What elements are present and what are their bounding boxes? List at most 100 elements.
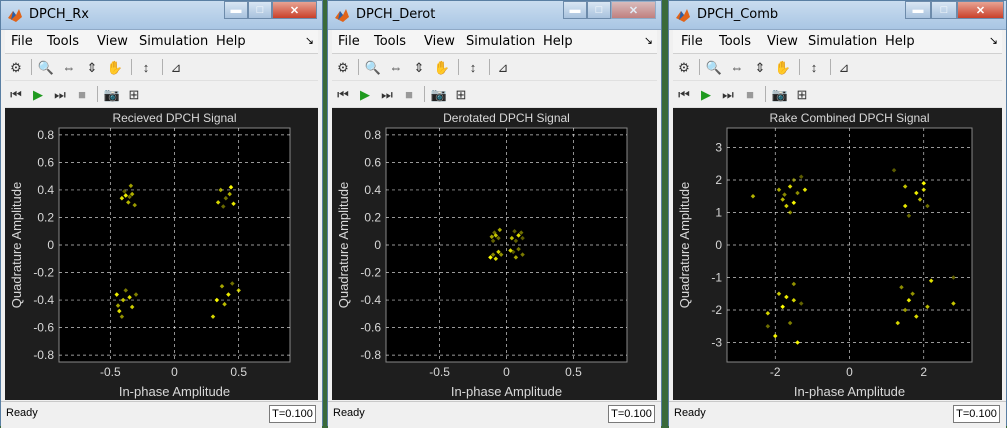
cursor-measure-icon[interactable]: ⊿ (835, 58, 853, 76)
gear-icon[interactable]: ⚙ (7, 58, 25, 76)
pan-hand-icon[interactable]: ✋ (774, 58, 792, 76)
menu-help[interactable]: Help (216, 34, 246, 49)
y-tick-label: 0 (715, 238, 722, 252)
run-icon[interactable]: ▶ (356, 85, 374, 103)
menu-view[interactable]: View (767, 34, 798, 49)
stop-icon[interactable]: ■ (741, 85, 759, 103)
minimize-button[interactable]: ▬ (224, 1, 248, 19)
y-tick-label: 2 (715, 173, 722, 187)
y-axis-label: Quadrature Amplitude (9, 182, 24, 308)
snapshot-camera-icon[interactable]: 📷 (430, 85, 448, 103)
zoom-in-icon[interactable]: 🔍 (705, 58, 723, 76)
title-bar[interactable]: DPCH_Comb ▬ □ ✕ (669, 1, 1006, 30)
menu-file[interactable]: File (338, 34, 360, 49)
gear-icon[interactable]: ⚙ (334, 58, 352, 76)
x-tick-label: 2 (920, 365, 927, 379)
zoom-y-icon[interactable]: ⇕ (83, 58, 101, 76)
autoscale-icon[interactable]: ↕ (805, 58, 823, 76)
autoscale-icon[interactable]: ↕ (464, 58, 482, 76)
x-tick-label: 0 (846, 365, 853, 379)
snapshot-camera-icon[interactable]: 📷 (103, 85, 121, 103)
menu-file[interactable]: File (681, 34, 703, 49)
step-back-icon[interactable]: ⏮ (7, 85, 25, 103)
title-bar[interactable]: DPCH_Rx ▬ □ ✕ (1, 1, 322, 30)
y-tick-label: 0 (374, 238, 381, 252)
plot-area: Recieved DPCH Signal -0.5 0 0.5 0.8 0.6 0.4 0.2… (5, 108, 318, 400)
status-text: Ready (6, 407, 38, 419)
gear-icon[interactable]: ⚙ (675, 58, 693, 76)
highlight-block-icon[interactable]: ⊞ (793, 85, 811, 103)
zoom-y-icon[interactable]: ⇕ (410, 58, 428, 76)
status-bar: Ready T=0.100 (328, 401, 661, 428)
autoscale-icon[interactable]: ↕ (137, 58, 155, 76)
x-tick-label: -0.5 (100, 365, 121, 379)
menu-simulation[interactable]: Simulation (139, 34, 208, 49)
minimize-button[interactable]: ▬ (563, 1, 587, 19)
y-tick-label: 1 (715, 206, 722, 220)
stop-icon[interactable]: ■ (73, 85, 91, 103)
step-back-icon[interactable]: ⏮ (675, 85, 693, 103)
y-tick-label: 3 (715, 141, 722, 155)
step-forward-icon[interactable]: ⏭ (51, 85, 69, 103)
menu-help[interactable]: Help (885, 34, 915, 49)
toolbar-separator (97, 86, 98, 102)
y-tick-label: -1 (711, 271, 722, 285)
zoom-x-icon[interactable]: ⇔ (387, 58, 405, 76)
cursor-measure-icon[interactable]: ⊿ (494, 58, 512, 76)
status-bar: Ready T=0.100 (1, 401, 322, 428)
run-icon[interactable]: ▶ (697, 85, 715, 103)
maximize-button[interactable]: □ (248, 1, 272, 19)
cursor-measure-icon[interactable]: ⊿ (167, 58, 185, 76)
chart-title: Rake Combined DPCH Signal (769, 111, 929, 125)
maximize-button[interactable]: □ (587, 1, 611, 19)
step-forward-icon[interactable]: ⏭ (719, 85, 737, 103)
x-tick-label: 0 (171, 365, 178, 379)
matlab-icon (8, 9, 22, 22)
zoom-in-icon[interactable]: 🔍 (364, 58, 382, 76)
x-tick-label: -2 (770, 365, 781, 379)
menu-help[interactable]: Help (543, 34, 573, 49)
status-bar: Ready T=0.100 (669, 401, 1006, 428)
menu-tools[interactable]: Tools (374, 34, 406, 49)
scatter-plot: Recieved DPCH Signal -0.5 0 0.5 0.8 0.6 0.4 0.2… (9, 111, 291, 399)
close-button[interactable]: ✕ (611, 1, 656, 19)
scope-window-rx[interactable]: DPCH_Rx ▬ □ ✕ File Tools View Simulation… (0, 0, 323, 428)
scope-window-comb[interactable]: DPCH_Comb ▬ □ ✕ File Tools View Simulati… (668, 0, 1007, 428)
status-text: Ready (674, 407, 706, 419)
zoom-x-icon[interactable]: ⇔ (728, 58, 746, 76)
step-forward-icon[interactable]: ⏭ (378, 85, 396, 103)
zoom-x-icon[interactable]: ⇔ (60, 58, 78, 76)
stop-icon[interactable]: ■ (400, 85, 418, 103)
menu-dock-arrow-icon[interactable]: ↘ (989, 34, 998, 47)
menu-tools[interactable]: Tools (719, 34, 751, 49)
pan-hand-icon[interactable]: ✋ (106, 58, 124, 76)
snapshot-camera-icon[interactable]: 📷 (771, 85, 789, 103)
zoom-y-icon[interactable]: ⇕ (751, 58, 769, 76)
menu-simulation[interactable]: Simulation (466, 34, 535, 49)
highlight-block-icon[interactable]: ⊞ (125, 85, 143, 103)
x-tick-label: 0.5 (230, 365, 247, 379)
menu-simulation[interactable]: Simulation (808, 34, 877, 49)
menu-view[interactable]: View (97, 34, 128, 49)
zoom-in-icon[interactable]: 🔍 (37, 58, 55, 76)
pan-hand-icon[interactable]: ✋ (433, 58, 451, 76)
menu-file[interactable]: File (11, 34, 33, 49)
step-back-icon[interactable]: ⏮ (334, 85, 352, 103)
x-tick-label: -0.5 (429, 365, 450, 379)
y-tick-label: -0.8 (360, 348, 381, 362)
close-button[interactable]: ✕ (272, 1, 317, 19)
run-icon[interactable]: ▶ (29, 85, 47, 103)
menu-dock-arrow-icon[interactable]: ↘ (644, 34, 653, 47)
menu-dock-arrow-icon[interactable]: ↘ (305, 34, 314, 47)
close-button[interactable]: ✕ (957, 1, 1004, 19)
menu-view[interactable]: View (424, 34, 455, 49)
x-axis-label: In-phase Amplitude (794, 384, 905, 399)
menu-tools[interactable]: Tools (47, 34, 79, 49)
title-bar[interactable]: DPCH_Derot ▬ □ ✕ (328, 1, 661, 30)
maximize-button[interactable]: □ (931, 1, 957, 19)
highlight-block-icon[interactable]: ⊞ (452, 85, 470, 103)
scope-window-derot[interactable]: DPCH_Derot ▬ □ ✕ File Tools View Simulat… (327, 0, 662, 428)
toolbar-separator (765, 86, 766, 102)
minimize-button[interactable]: ▬ (905, 1, 931, 19)
matlab-icon (335, 9, 349, 22)
